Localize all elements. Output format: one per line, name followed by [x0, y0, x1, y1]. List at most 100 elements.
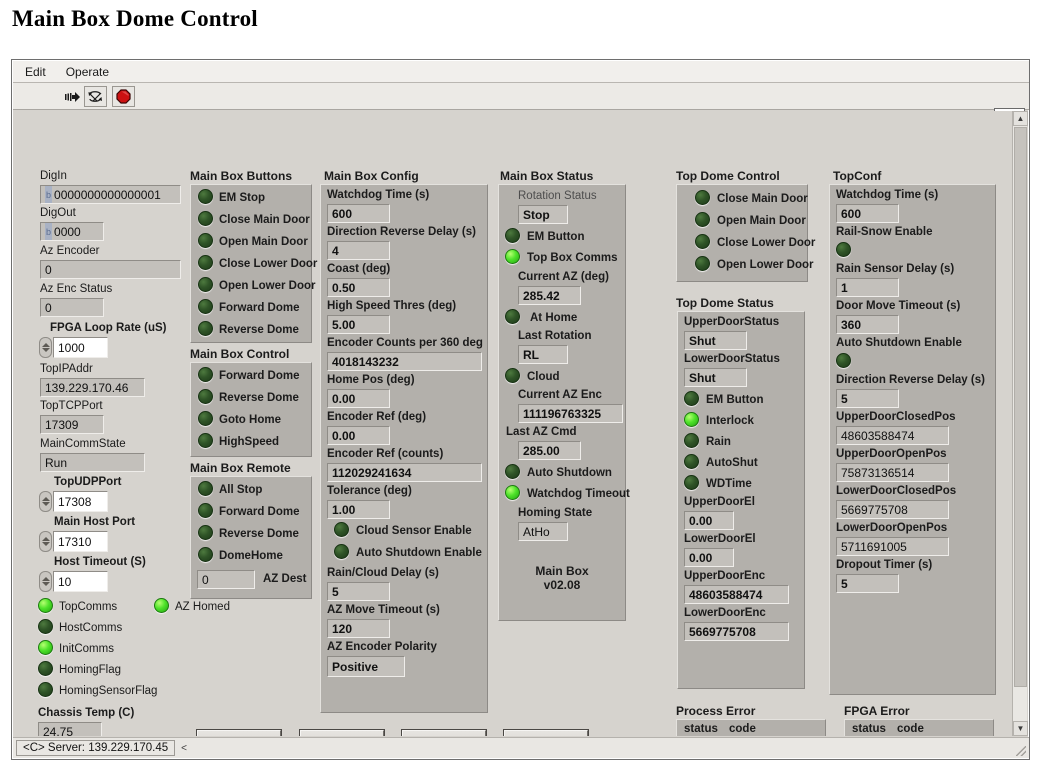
cfg-input-encoder-ref-deg[interactable]: 0.00 — [327, 426, 390, 445]
main-box-status-title: Main Box Status — [500, 169, 594, 183]
mbb-label-open-lower-door: Open Lower Door — [219, 280, 316, 292]
tdc-led-open-main-door[interactable] — [695, 212, 710, 227]
tdc-label-open-lower-door: Open Lower Door — [717, 259, 814, 271]
tds-label-upper-door-el: UpperDoorEl — [684, 496, 755, 508]
write-to-config-button[interactable]: Write to Config — [401, 729, 487, 736]
top-udp-port-label: TopUDPPort — [54, 476, 122, 488]
cfg-label-coast: Coast (deg) — [327, 263, 391, 275]
tc-input-direction-reverse-delay[interactable]: 5 — [836, 389, 899, 408]
mbc-label-highspeed: HighSpeed — [219, 436, 280, 448]
panel-vertical-scrollbar[interactable]: ▲ ▼ — [1012, 111, 1028, 736]
abort-execution-icon[interactable] — [112, 86, 135, 107]
tc-label-upper-door-open-pos: UpperDoorOpenPos — [836, 448, 947, 460]
resize-grip[interactable] — [1016, 746, 1026, 756]
tds-label-upper-door-enc: UpperDoorEnc — [684, 570, 766, 582]
cfg-input-watchdog-time[interactable]: 600 — [327, 204, 390, 223]
digout-radix: b — [45, 223, 53, 240]
mbr-label-forward-dome: Forward Dome — [219, 506, 300, 518]
cfg-input-az-encoder-polarity[interactable]: Positive — [327, 656, 405, 677]
fpga-loop-rate-stepper[interactable] — [39, 337, 52, 358]
tc-input-watchdog-time[interactable]: 600 — [836, 204, 899, 223]
run-arrow-icon[interactable] — [61, 86, 84, 107]
cfg-label-encoder-counts-360: Encoder Counts per 360 deg — [327, 337, 483, 349]
cfg-input-rain-cloud-delay[interactable]: 5 — [327, 582, 390, 601]
cfg-led-cloud-sensor-enable[interactable] — [334, 522, 349, 537]
host-timeout-input[interactable]: 10 — [53, 571, 108, 592]
run-continuously-icon[interactable] — [84, 86, 107, 107]
tc-label-rain-sensor-delay: Rain Sensor Delay (s) — [836, 263, 955, 275]
main-box-version-line1: Main Box — [535, 564, 589, 578]
tdc-led-open-lower-door[interactable] — [695, 256, 710, 271]
cfg-input-coast[interactable]: 0.50 — [327, 278, 390, 297]
status-label-em-button: EM Button — [527, 231, 585, 243]
cfg-label-home-pos: Home Pos (deg) — [327, 374, 415, 386]
scroll-down-icon[interactable]: ▼ — [1013, 721, 1028, 736]
stop-button[interactable]: STOP — [503, 729, 589, 736]
main-host-port-input[interactable]: 17310 — [53, 531, 108, 552]
cfg-label-auto-shutdown-enable: Auto Shutdown Enable — [356, 547, 482, 559]
tc-input-upper-door-open-pos[interactable]: 75873136514 — [836, 463, 949, 482]
cfg-input-encoder-ref-counts[interactable]: 112029241634 — [327, 463, 482, 482]
mbb-led-open-lower-door — [198, 277, 213, 292]
cfg-input-az-move-timeout[interactable]: 120 — [327, 619, 390, 638]
tc-input-upper-door-closed-pos[interactable]: 48603588474 — [836, 426, 949, 445]
mbr-led-all-stop — [198, 481, 213, 496]
top-ip-addr-label: TopIPAddr — [40, 363, 93, 375]
tc-label-upper-door-closed-pos: UpperDoorClosedPos — [836, 411, 956, 423]
top-udp-port-stepper[interactable] — [39, 491, 52, 512]
main-box-control-title: Main Box Control — [190, 347, 290, 361]
tc-input-rain-sensor-delay[interactable]: 1 — [836, 278, 899, 297]
tc-led-auto-shutdown-enable[interactable] — [836, 353, 851, 368]
tdc-led-close-main-door[interactable] — [695, 190, 710, 205]
mbc-led-highspeed[interactable] — [198, 433, 213, 448]
cfg-label-watchdog-time: Watchdog Time (s) — [327, 189, 430, 201]
cfg-label-rain-cloud-delay: Rain/Cloud Delay (s) — [327, 567, 439, 579]
top-dome-status-title: Top Dome Status — [676, 296, 774, 310]
top-dome-control-title: Top Dome Control — [676, 169, 780, 183]
az-encoder-value: 0 — [40, 260, 181, 279]
main-box-version-line2: v02.08 — [543, 578, 581, 592]
tc-input-dropout-timer[interactable]: 5 — [836, 574, 899, 593]
top-udp-port-input[interactable]: 17308 — [53, 491, 108, 512]
host-timeout-stepper[interactable] — [39, 571, 52, 592]
fpga-loop-rate-input[interactable]: 1000 — [53, 337, 108, 358]
scroll-up-icon[interactable]: ▲ — [1013, 111, 1028, 126]
status-value-last-az-cmd: 285.00 — [518, 441, 581, 460]
main-host-port-stepper[interactable] — [39, 531, 52, 552]
restore-from-config-button[interactable]: Restore from Config — [299, 729, 385, 736]
cfg-input-direction-reverse-delay[interactable]: 4 — [327, 241, 390, 260]
chassis-temp-label: Chassis Temp (C) — [38, 707, 135, 719]
tc-input-lower-door-closed-pos[interactable]: 5669775708 — [836, 500, 949, 519]
scroll-thumb[interactable] — [1014, 127, 1027, 687]
main-box-config-title: Main Box Config — [324, 169, 419, 183]
horizontal-scroll-mark[interactable]: < — [181, 743, 187, 754]
mbr-label-domehome: DomeHome — [219, 550, 283, 562]
cfg-input-encoder-counts-360[interactable]: 4018143232 — [327, 352, 482, 371]
tdc-led-close-lower-door[interactable] — [695, 234, 710, 249]
tc-input-door-move-timeout[interactable]: 360 — [836, 315, 899, 334]
led-homingflag-label: HomingFlag — [59, 664, 121, 676]
cfg-led-auto-shutdown-enable[interactable] — [334, 544, 349, 559]
cfg-label-encoder-ref-counts: Encoder Ref (counts) — [327, 448, 444, 460]
mbc-led-reverse-dome[interactable] — [198, 389, 213, 404]
tds-value-lower-door-el: 0.00 — [684, 548, 734, 567]
mbb-led-em-stop — [198, 189, 213, 204]
tds-value-upper-door-enc: 48603588474 — [684, 585, 789, 604]
tc-input-lower-door-open-pos[interactable]: 5711691005 — [836, 537, 949, 556]
mbc-led-goto-home[interactable] — [198, 411, 213, 426]
cfg-input-tolerance[interactable]: 1.00 — [327, 500, 390, 519]
digin-radix: b — [45, 186, 53, 203]
menu-item-operate[interactable]: Operate — [58, 63, 117, 81]
cfg-input-home-pos[interactable]: 0.00 — [327, 389, 390, 408]
fpga-error-title: FPGA Error — [844, 704, 910, 718]
cfg-input-high-speed-thres[interactable]: 5.00 — [327, 315, 390, 334]
menu-item-edit[interactable]: Edit — [17, 63, 54, 81]
led-homingflag — [38, 661, 53, 676]
tc-label-door-move-timeout: Door Move Timeout (s) — [836, 300, 961, 312]
tc-led-rail-snow-enable[interactable] — [836, 242, 851, 257]
apply-changes-button[interactable]: Apply Changes — [196, 729, 282, 736]
tdc-label-close-lower-door: Close Lower Door — [717, 237, 816, 249]
mbc-led-forward-dome[interactable] — [198, 367, 213, 382]
top-tcp-port-label: TopTCPPort — [40, 400, 103, 412]
cfg-label-az-encoder-polarity: AZ Encoder Polarity — [327, 641, 437, 653]
